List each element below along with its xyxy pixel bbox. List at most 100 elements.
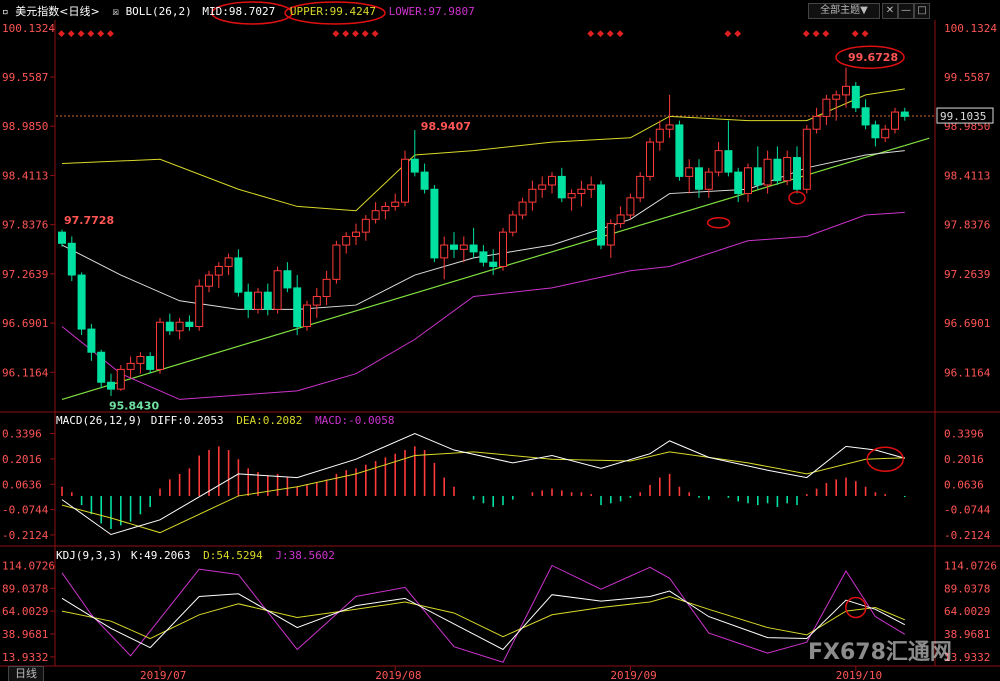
highlight-ellipse-kdj <box>845 596 867 619</box>
signal-diamond-icon: ◆ <box>58 29 65 39</box>
signal-diamond-icon: ◆ <box>372 29 379 39</box>
price-tick-label-left: 100.1324 <box>2 22 55 35</box>
maximize-icon[interactable]: □ <box>914 3 930 19</box>
macd-tick-label-left: -0.0744 <box>2 504 49 517</box>
candle-body <box>312 295 321 306</box>
price-tick-label-right: 96.6901 <box>944 317 990 330</box>
candle-body <box>606 223 615 246</box>
candle-body <box>332 244 341 280</box>
kdj-label: KDJ(9,3,3) <box>56 549 123 562</box>
candle-body <box>67 242 76 276</box>
candle-body <box>361 218 370 233</box>
candle-body <box>861 107 870 126</box>
checkbox-icon[interactable]: ☒ <box>106 5 119 18</box>
highlight-ellipse-touch1 <box>706 216 731 229</box>
kdj-tick-label-left: 13.9332 <box>2 651 48 664</box>
candle-body <box>469 244 478 253</box>
kdj-d-line <box>61 595 905 640</box>
candle-body <box>704 171 713 190</box>
x-tick-label: 2019/08 <box>375 669 421 681</box>
macd-tick-label-right: -0.2124 <box>944 529 991 542</box>
signal-diamond-icon: ◆ <box>803 29 810 39</box>
symbol-label: 美元指数<日线> <box>15 5 100 18</box>
candle-body <box>842 85 850 96</box>
candle-body <box>695 167 703 190</box>
boll-label: BOLL(26,2) <box>125 5 192 18</box>
boll-lower-line <box>61 211 905 400</box>
candle-body <box>508 214 517 233</box>
chart-window: { "header": { "symbol_label": "美元指数<日线>"… <box>0 0 1000 681</box>
macd-tick-label-right: 0.2016 <box>944 453 984 466</box>
kdj-tick-label-left: 38.9681 <box>2 628 48 641</box>
candle-body <box>205 274 213 287</box>
candle-body <box>528 188 537 203</box>
kdj-d-value: D:54.5294 <box>203 549 263 562</box>
candle-body <box>744 167 752 195</box>
candle-body <box>518 201 527 216</box>
signal-diamond-icon: ◆ <box>607 29 614 39</box>
candle-body <box>77 274 86 330</box>
candle-body <box>293 287 302 328</box>
candle-body <box>597 184 605 246</box>
candle-body <box>175 321 184 332</box>
macd-tick-label-left: -0.2124 <box>2 529 49 542</box>
candle-body <box>58 231 66 244</box>
macd-tick-label-right: 0.0636 <box>944 478 984 491</box>
kdj-tick-label-right: 64.0029 <box>944 605 990 618</box>
signal-diamond-icon: ◆ <box>617 29 624 39</box>
theme-select[interactable]: 全部主题▼ <box>808 3 880 19</box>
candle-body <box>234 257 243 293</box>
candle-body <box>587 184 596 190</box>
candle-body <box>793 157 801 190</box>
price-tick-label-left: 97.2639 <box>2 268 48 281</box>
candle-body <box>450 244 458 250</box>
candle-body <box>538 184 547 190</box>
candle-body <box>773 158 782 182</box>
kdj-tick-label-left: 64.0029 <box>2 605 48 618</box>
candle-body <box>557 175 566 199</box>
signal-diamond-icon: ◆ <box>78 29 85 39</box>
candle-body <box>440 244 449 259</box>
macd-dea-value: DEA:0.2082 <box>236 414 303 427</box>
settings-icon[interactable]: ✕ <box>882 3 898 19</box>
candle-body <box>685 167 694 177</box>
candle-body <box>381 205 390 212</box>
signal-diamond-icon: ◆ <box>87 29 94 39</box>
candle-body <box>342 235 351 246</box>
signal-diamond-icon: ◆ <box>862 29 869 39</box>
candle-body <box>734 171 743 195</box>
candle-body <box>783 157 792 182</box>
candle-body <box>97 351 106 383</box>
price-tick-label-left: 97.8376 <box>2 219 48 232</box>
candle-body <box>244 291 253 310</box>
candle-body <box>646 141 654 177</box>
last-price-label: 99.1035 <box>940 110 986 123</box>
candle-body <box>655 128 664 143</box>
candle-body <box>391 201 400 207</box>
header-menu-icon[interactable]: ▫ <box>0 5 9 18</box>
price-tick-label-left: 96.1164 <box>2 366 49 379</box>
kdj-tick-label-right: 89.0378 <box>944 582 990 595</box>
price-annotation: 97.7728 <box>64 214 114 227</box>
candle-body <box>567 193 576 199</box>
boll-mid-value: MID:98.7027 <box>202 5 276 18</box>
candle-body <box>322 278 331 297</box>
signal-diamond-icon: ◆ <box>68 29 75 39</box>
macd-dea-line <box>61 451 905 534</box>
candle-body <box>812 115 821 130</box>
macd-tick-label-left: 0.2016 <box>2 453 42 466</box>
candle-body <box>802 128 811 190</box>
candle-body <box>263 291 272 310</box>
candle-body <box>763 158 772 186</box>
signal-diamond-icon: ◆ <box>734 29 741 39</box>
signal-diamond-icon: ◆ <box>332 29 339 39</box>
boll-upper-value: UPPER:99.4247 <box>289 5 376 18</box>
candle-body <box>224 257 233 267</box>
minimize-icon[interactable]: — <box>898 3 914 19</box>
period-tab-daily[interactable]: 日线 <box>8 666 44 681</box>
signal-diamond-icon: ◆ <box>97 29 104 39</box>
candle-body <box>724 150 733 173</box>
candle-body <box>420 171 429 190</box>
candle-body <box>165 321 174 332</box>
candle-body <box>146 356 155 370</box>
